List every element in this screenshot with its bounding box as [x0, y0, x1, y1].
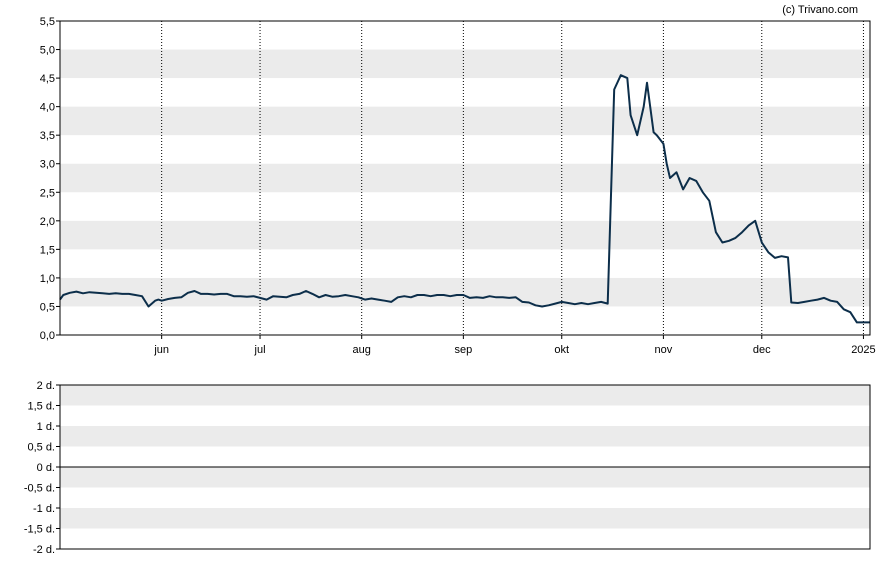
credit-label: (c) Trivano.com	[782, 4, 858, 16]
x-tick-label: okt	[554, 344, 569, 356]
grid-band	[60, 508, 870, 529]
grid-band	[60, 49, 870, 79]
grid-band	[60, 467, 870, 488]
y-tick-label: 2,0	[40, 216, 55, 228]
grid-band	[60, 106, 870, 136]
x-tick-label: jun	[153, 344, 169, 356]
x-tick-label: 2025	[851, 344, 875, 356]
x-tick-label: aug	[353, 344, 371, 356]
y-tick-label: 3,5	[40, 130, 55, 142]
y-tick-label: 0,0	[40, 330, 55, 342]
price-chart-figure: jun jul aug sep okt nov dec 2025 0,0 0,5 1,0 1,5 2,0…	[24, 4, 876, 556]
y-tick-label: 4,0	[40, 102, 55, 114]
y-tick-label: 3,0	[40, 159, 55, 171]
chart-root: jun jul aug sep okt nov dec 2025 0,0 0,5 1,0 1,5 2,0…	[0, 0, 888, 565]
y-tick-label: 2,5	[40, 187, 55, 199]
grid-band	[60, 277, 870, 307]
y-tick-label: 1,5	[40, 244, 55, 256]
y-tick-label: -1,5 d.	[24, 524, 55, 536]
y-tick-label: 1 d.	[37, 421, 55, 433]
x-tick-label: sep	[454, 344, 472, 356]
y-tick-label: -0,5 d.	[24, 483, 55, 495]
grid-band	[60, 385, 870, 406]
y-tick-label: 5,5	[40, 16, 55, 28]
y-tick-label: -2 d.	[33, 544, 55, 556]
y-tick-label: -1 d.	[33, 503, 55, 515]
y-tick-label: 0,5	[40, 301, 55, 313]
y-tick-label: 2 d.	[37, 380, 55, 392]
y-tick-label: 1,0	[40, 273, 55, 285]
y-tick-label: 0,5 d.	[27, 442, 55, 454]
y-tick-label: 5,0	[40, 45, 55, 57]
x-tick-label: dec	[753, 344, 771, 356]
y-tick-label: 1,5 d.	[27, 401, 55, 413]
y-tick-label: 0 d.	[37, 462, 55, 474]
x-tick-label: nov	[655, 344, 673, 356]
y-tick-label: 4,5	[40, 73, 55, 85]
grid-band	[60, 426, 870, 447]
x-tick-label: jul	[254, 344, 266, 356]
grid-band	[60, 163, 870, 193]
